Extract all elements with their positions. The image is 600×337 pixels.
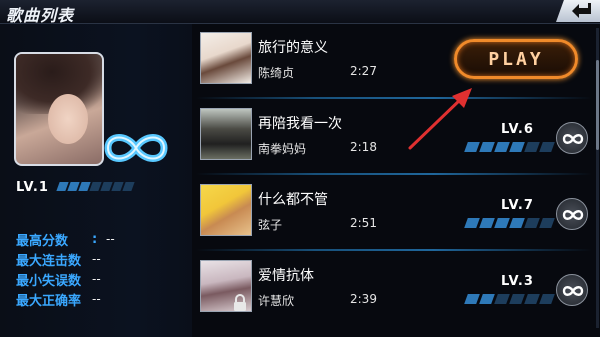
- play-button[interactable]: PLAY: [454, 39, 578, 79]
- stat-value: --: [92, 272, 101, 286]
- song-artist: 南拳妈妈: [258, 142, 307, 156]
- song-level: LV.6: [501, 122, 534, 137]
- song-list: 旅行的意义 陈绮贞 2:27 PLAY 再陪我看一次 南拳妈妈 2:18 LV.…: [196, 24, 600, 337]
- infinity-mode-button[interactable]: [556, 198, 588, 230]
- stat-value: --: [92, 252, 101, 266]
- song-row[interactable]: 爱情抗体 许慧欣 2:39 LV.3: [196, 252, 600, 324]
- song-title: 旅行的意义: [258, 40, 328, 56]
- song-cover: [200, 108, 252, 160]
- infinity-mode-button[interactable]: [556, 274, 588, 306]
- song-level: LV.3: [501, 274, 534, 289]
- player-level-bar: [56, 182, 135, 191]
- player-level: LV.1: [16, 180, 49, 195]
- stat-row-high-score: 最高分数 : --: [16, 231, 115, 249]
- song-row[interactable]: 什么都不管 弦子 2:51 LV.7: [196, 176, 600, 251]
- infinity-mode-button[interactable]: [556, 122, 588, 154]
- stat-row-max-combo: 最大连击数 --: [16, 249, 115, 269]
- page-title: 歌曲列表: [6, 6, 75, 25]
- player-avatar: [14, 52, 104, 166]
- song-duration: 2:18: [350, 140, 377, 154]
- stat-label: 最大正确率: [16, 293, 82, 309]
- song-row[interactable]: 旅行的意义 陈绮贞 2:27 PLAY: [196, 24, 600, 99]
- lock-icon: [234, 294, 246, 311]
- song-level-bar: [464, 142, 555, 152]
- song-level-bar: [464, 294, 555, 304]
- player-panel: LV.1 最高分数 : -- 最大连击数 -- 最小失误数 -- 最大正确率 -…: [0, 24, 192, 337]
- stat-label: 最小失误数: [16, 273, 82, 289]
- song-row[interactable]: 再陪我看一次 南拳妈妈 2:18 LV.6: [196, 100, 600, 175]
- stat-label: 最高分数: [16, 233, 69, 249]
- song-duration: 2:27: [350, 64, 377, 78]
- song-title: 什么都不管: [258, 192, 328, 208]
- infinity-icon: [562, 210, 584, 220]
- song-cover: [200, 184, 252, 236]
- song-artist: 陈绮贞: [258, 66, 295, 80]
- song-level: LV.7: [501, 198, 534, 213]
- infinity-icon: [562, 286, 584, 296]
- song-title: 再陪我看一次: [258, 116, 342, 132]
- song-artist: 弦子: [258, 218, 283, 232]
- song-cover: [200, 32, 252, 84]
- stat-value: --: [92, 292, 101, 306]
- infinity-icon: [104, 134, 168, 162]
- infinity-icon: [562, 134, 584, 144]
- song-title: 爱情抗体: [258, 268, 314, 284]
- stat-value: --: [106, 232, 115, 246]
- stat-label: 最大连击数: [16, 253, 82, 269]
- song-artist: 许慧欣: [258, 294, 295, 308]
- song-level-bar: [464, 218, 555, 228]
- player-stats: 最高分数 : -- 最大连击数 -- 最小失误数 -- 最大正确率 --: [16, 229, 115, 309]
- top-bar: 歌曲列表: [0, 0, 600, 25]
- back-arrow-icon: [572, 3, 591, 18]
- scrollbar-thumb[interactable]: [596, 60, 599, 150]
- stat-row-max-accuracy: 最大正确率 --: [16, 289, 115, 309]
- back-button[interactable]: [556, 0, 600, 22]
- song-duration: 2:39: [350, 292, 377, 306]
- stat-row-min-miss: 最小失误数 --: [16, 269, 115, 289]
- song-duration: 2:51: [350, 216, 377, 230]
